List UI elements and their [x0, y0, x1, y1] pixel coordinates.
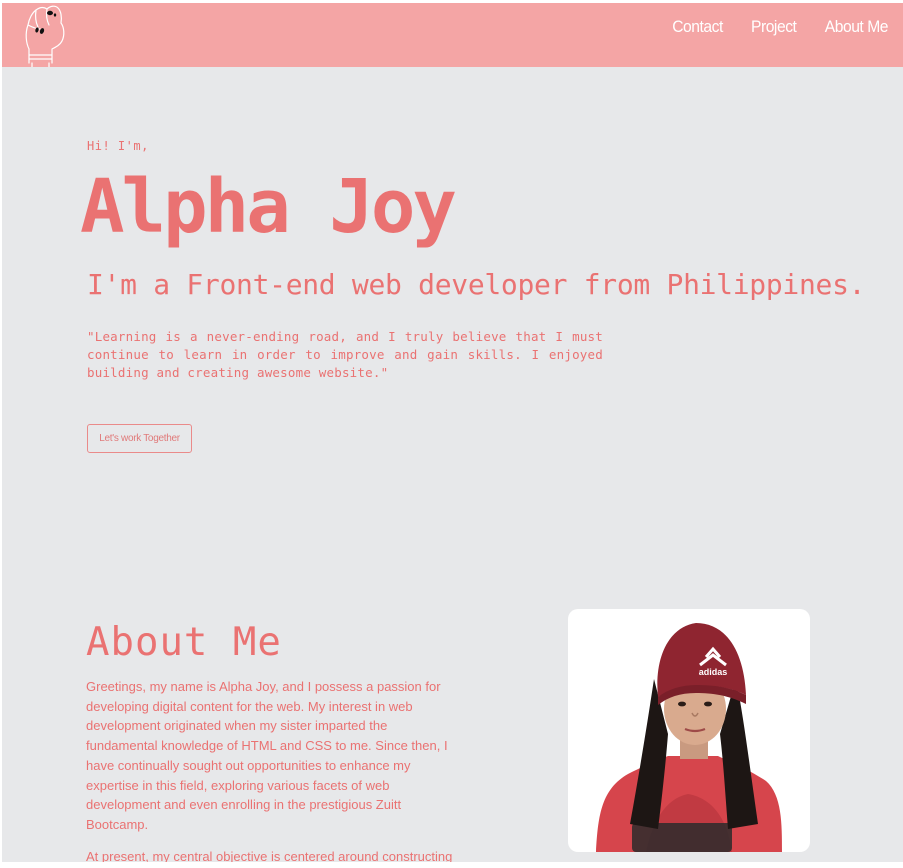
nav-about-link[interactable]: About Me	[825, 17, 889, 37]
svg-text:adidas: adidas	[699, 667, 728, 677]
window-frame-bottom	[0, 862, 903, 868]
hero-greeting: Hi! I'm,	[87, 139, 149, 153]
about-title: About Me	[86, 620, 282, 665]
nav-contact-link[interactable]: Contact	[672, 17, 723, 37]
hand-logo-icon[interactable]	[24, 3, 68, 68]
about-paragraph: Greetings, my name is Alpha Joy, and I p…	[86, 679, 448, 832]
hero-tagline: I'm a Front-end web developer from Phili…	[87, 268, 866, 301]
lets-work-together-button[interactable]: Let's work Together	[87, 424, 192, 453]
hero-name: Alpha Joy	[80, 164, 457, 250]
nav-project-link[interactable]: Project	[751, 17, 797, 37]
hero-quote: "Learning is a never-ending road, and I …	[87, 329, 603, 380]
site-header: Contact Project About Me	[2, 3, 903, 68]
profile-photo: adidas	[568, 609, 810, 852]
main-nav: Contact Project About Me	[670, 17, 891, 37]
window-frame-left	[0, 0, 2, 868]
